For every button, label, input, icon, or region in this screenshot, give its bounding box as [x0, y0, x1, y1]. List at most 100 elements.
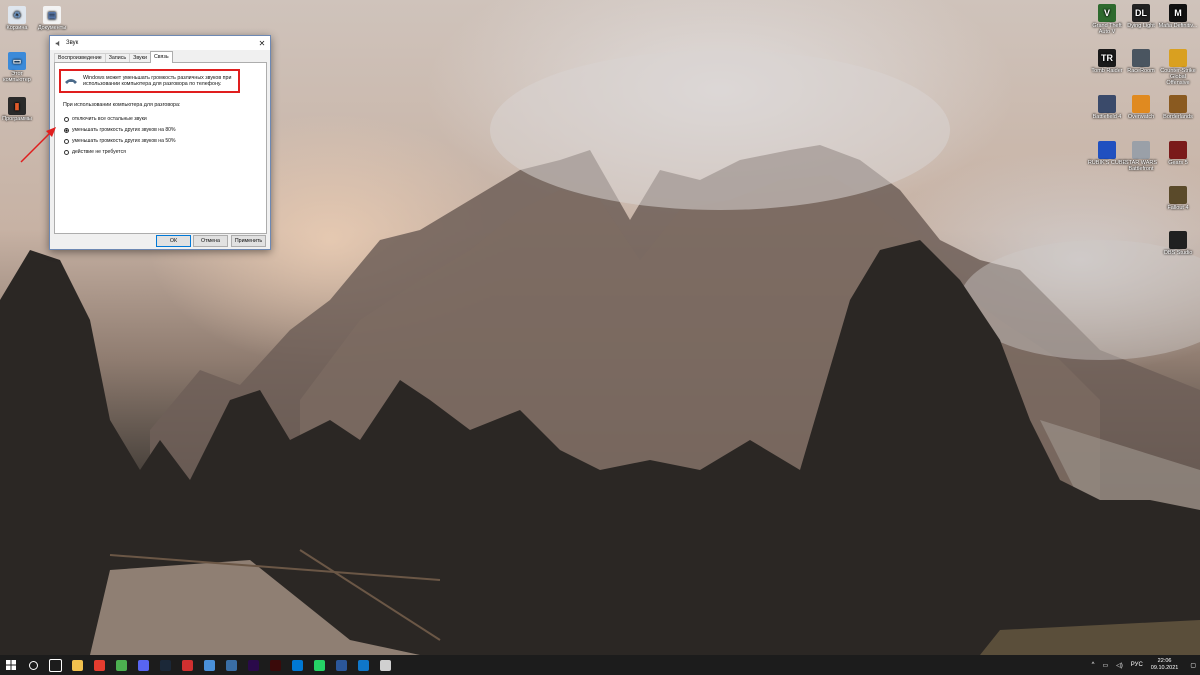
communications-panel: Windows может уменьшать громкость различ…: [54, 62, 267, 234]
whatsapp-icon: [313, 659, 325, 671]
radio-button[interactable]: [64, 149, 69, 155]
dialog-title: Звук: [66, 40, 79, 46]
word-icon: [335, 659, 347, 671]
clock-time: 22:06: [1157, 658, 1172, 664]
apply-button[interactable]: Применить: [231, 235, 266, 247]
taskbar-calculator-button[interactable]: [220, 655, 242, 675]
gallery-icon: [203, 659, 215, 671]
desktop-icon-label: Корзина: [6, 25, 28, 31]
taskbar-animate-button[interactable]: [264, 655, 286, 675]
desktop-icon-documents[interactable]: ▤ Документы: [32, 6, 72, 31]
desktop-icon-label: Overwatch: [1127, 114, 1155, 120]
taskbar-search-button[interactable]: [22, 655, 44, 675]
desktop-icon-programs[interactable]: ▮ Программы: [0, 97, 37, 122]
cancel-button[interactable]: Отмена: [193, 235, 228, 247]
radio-button-selected[interactable]: [64, 127, 69, 133]
desktop-icon-overwatch[interactable]: Overwatch: [1121, 95, 1161, 120]
desktop-icon-label: RaceRoom: [1127, 68, 1155, 74]
radio-button[interactable]: [64, 116, 69, 122]
recycle-bin-icon: ♻: [8, 6, 26, 24]
radio-mute-all[interactable]: отключить все остальные звуки: [64, 116, 147, 122]
radio-reduce-80[interactable]: уменьшать громкость других звуков на 80%: [64, 127, 176, 133]
star-wars-icon: [1132, 141, 1150, 159]
desktop-icon-csgo[interactable]: Counter-Strike Global Offensive: [1158, 49, 1198, 86]
notifications-icon[interactable]: ▢: [1190, 662, 1196, 669]
gta-icon: V: [1098, 4, 1116, 22]
taskbar-premiere-button[interactable]: [242, 655, 264, 675]
programs-icon: ▮: [8, 97, 26, 115]
desktop-icon-label: Документы: [37, 25, 67, 31]
desktop-icon-label: Mafia Definitiv...: [1158, 23, 1198, 29]
desktop-icon-label: Grand Theft Auto V: [1092, 23, 1122, 35]
desktop-icon-fallout[interactable]: Fallout 4: [1158, 186, 1198, 211]
desktop-icon-this-pc[interactable]: ▭ Этот компьютер: [0, 52, 37, 83]
desktop-icon-mafia[interactable]: M Mafia Definitiv...: [1158, 4, 1198, 29]
taskbar-app-64-button[interactable]: [176, 655, 198, 675]
start-button[interactable]: [0, 655, 22, 675]
system-tray: ^ ▭ ◁) РУС 22:06 09.10.2021 ▢: [1088, 655, 1200, 675]
chevron-up-icon[interactable]: ^: [1092, 662, 1095, 668]
tomb-raider-icon: TR: [1098, 49, 1116, 67]
discord-icon: [137, 659, 149, 671]
taskbar-chrome-button[interactable]: [110, 655, 132, 675]
desktop-icon-obs[interactable]: OBS Studio: [1158, 231, 1198, 256]
fallout-icon: [1169, 186, 1187, 204]
desktop-icon-label: STAR WARS Battlefront: [1124, 160, 1158, 172]
taskbar-word-button[interactable]: [330, 655, 352, 675]
yandex-icon: [93, 659, 105, 671]
radio-label: уменьшать громкость других звуков на 80%: [72, 127, 176, 133]
network-icon[interactable]: ▭: [1102, 662, 1108, 669]
desktop-icon-star-wars[interactable]: STAR WARS Battlefront: [1121, 141, 1161, 172]
taskbar-discord-button[interactable]: [132, 655, 154, 675]
taskbar-task-view-button[interactable]: [44, 655, 66, 675]
desktop-icon-borderlands[interactable]: Borderlands: [1158, 95, 1198, 120]
clock[interactable]: 22:06 09.10.2021: [1151, 658, 1179, 672]
documents-icon: ▤: [43, 6, 61, 24]
gears-icon: [1169, 141, 1187, 159]
steam-icon: [159, 659, 171, 671]
taskbar-file-explorer-button[interactable]: [66, 655, 88, 675]
speaker-icon: [55, 40, 60, 46]
dialog-titlebar[interactable]: Звук ✕: [50, 36, 270, 50]
battlefield-icon: [1098, 95, 1116, 113]
volume-icon[interactable]: ◁): [1116, 662, 1123, 669]
taskbar-steam-button[interactable]: [154, 655, 176, 675]
taskbar-vscode-button[interactable]: [286, 655, 308, 675]
taskbar-gallery-button[interactable]: [198, 655, 220, 675]
generic-app-icon: [379, 659, 391, 671]
desktop-icon-label: Counter-Strike Global Offensive: [1160, 68, 1196, 86]
vscode-icon: [291, 659, 303, 671]
calculator-icon: [225, 659, 237, 671]
radio-reduce-50[interactable]: уменьшать громкость других звуков на 50%: [64, 138, 176, 144]
search-icon: [28, 660, 38, 670]
taskbar-store-button[interactable]: [352, 655, 374, 675]
radio-label: отключить все остальные звуки: [72, 116, 147, 122]
tab-communications[interactable]: Связь: [149, 51, 173, 63]
ok-button[interactable]: ОК: [156, 235, 191, 247]
desktop-icon-label: OBS Studio: [1163, 250, 1193, 256]
obs-icon: [1169, 231, 1187, 249]
borderlands-icon: [1169, 95, 1187, 113]
radio-do-nothing[interactable]: действие не требуется: [64, 149, 126, 155]
language-indicator[interactable]: РУС: [1131, 662, 1143, 668]
windows-logo-icon: [6, 660, 16, 670]
radio-label: уменьшать громкость других звуков на 50%: [72, 138, 176, 144]
taskbar-generic-app-button[interactable]: [374, 655, 396, 675]
taskbar: ^ ▭ ◁) РУС 22:06 09.10.2021 ▢: [0, 655, 1200, 675]
store-icon: [357, 659, 369, 671]
overwatch-icon: [1132, 95, 1150, 113]
desktop-icon-dying-light[interactable]: DL Dying Light: [1121, 4, 1161, 29]
radio-button[interactable]: [64, 138, 69, 144]
info-text-line2: использовании компьютера для разговора п…: [83, 81, 222, 87]
section-label: При использовании компьютера для разгово…: [63, 102, 181, 108]
file-explorer-icon: [71, 659, 83, 671]
taskbar-whatsapp-button[interactable]: [308, 655, 330, 675]
taskbar-yandex-button[interactable]: [88, 655, 110, 675]
desktop-icon-label: Tomb Raider: [1091, 68, 1123, 74]
desktop-icon-label: Battlefield 4: [1092, 114, 1122, 120]
close-icon[interactable]: ✕: [254, 39, 270, 48]
desktop-icon-gears[interactable]: Gears 5: [1158, 141, 1198, 166]
sound-dialog: Звук ✕ Воспроизведение Запись Звуки Связ…: [49, 35, 271, 250]
desktop-icon-label: Borderlands: [1163, 114, 1193, 120]
desktop-icon-raceroom[interactable]: RaceRoom: [1121, 49, 1161, 74]
